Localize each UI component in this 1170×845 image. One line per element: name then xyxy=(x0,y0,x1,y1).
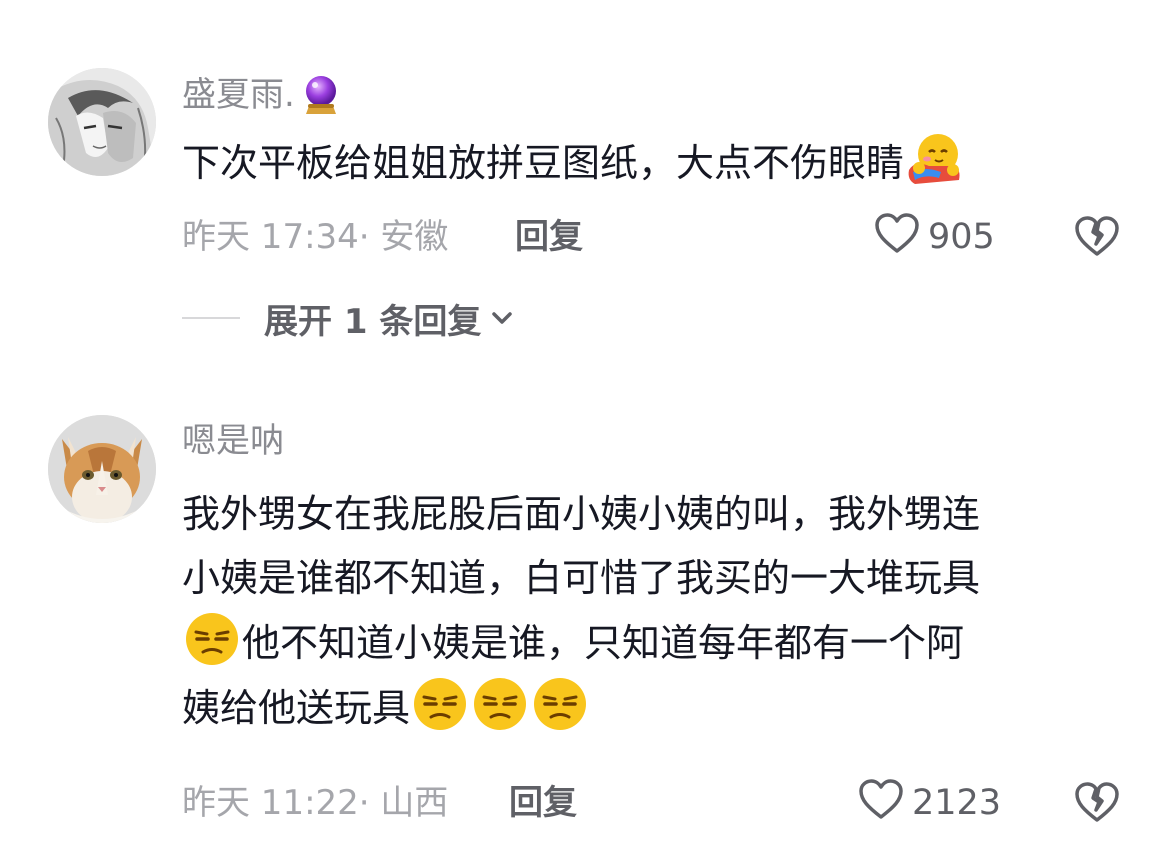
expand-replies-label: 展开 1 条回复 xyxy=(264,301,482,342)
like-count: 905 xyxy=(928,217,995,257)
anime-avatar-image xyxy=(48,68,156,176)
unamused-face-emoji xyxy=(471,675,529,733)
broken-heart-icon[interactable] xyxy=(1074,214,1120,267)
heart-icon xyxy=(858,778,904,829)
unamused-face-emoji xyxy=(183,610,241,668)
broken-heart-icon[interactable] xyxy=(1074,780,1120,833)
timestamp-location: 昨天 17:34· 安徽 xyxy=(182,217,449,257)
comment-text-body: 下次平板给姐姐放拼豆图纸，大点不伤眼睛 xyxy=(182,141,905,185)
reply-button[interactable]: 回复 xyxy=(515,212,583,262)
cat-avatar-image xyxy=(48,415,156,523)
timestamp-location: 昨天 11:22· 山西 xyxy=(182,783,449,823)
comment-line: 我外甥女在我屁股后面小姨小姨的叫，我外甥连 xyxy=(182,492,981,536)
comment-line-with-emoji: 他不知道小姨是谁，只知道每年都有一个阿 xyxy=(182,610,1122,675)
username[interactable]: 嗯是呐 xyxy=(182,421,284,461)
comment-line: 小姨是谁都不知道，白可惜了我买的一大堆玩具 xyxy=(182,556,981,600)
heart-icon xyxy=(874,212,920,263)
unamused-face-emoji xyxy=(411,675,469,733)
hugging-face-emoji xyxy=(905,130,963,188)
comment-meta: 昨天 17:34· 安徽 回复 905 xyxy=(182,212,1120,262)
like-count: 2123 xyxy=(912,783,1002,823)
avatar[interactable] xyxy=(48,415,156,523)
username-text: 嗯是呐 xyxy=(182,421,284,461)
comment-meta: 昨天 11:22· 山西 回复 2123 xyxy=(182,778,1120,828)
comment-text: 下次平板给姐姐放拼豆图纸，大点不伤眼睛 xyxy=(182,130,1122,195)
avatar[interactable] xyxy=(48,68,156,176)
reply-button[interactable]: 回复 xyxy=(509,778,577,828)
username[interactable]: 盛夏雨. xyxy=(182,74,341,116)
comment-text: 我外甥女在我屁股后面小姨小姨的叫，我外甥连 小姨是谁都不知道，白可惜了我买的一大… xyxy=(182,482,1122,740)
comment-line-text: 他不知道小姨是谁，只知道每年都有一个阿 xyxy=(242,621,965,665)
crystal-ball-icon xyxy=(301,74,341,116)
comment-line-with-emoji: 姨给他送玩具 xyxy=(182,675,1122,740)
unamused-face-emoji xyxy=(531,675,589,733)
like-button[interactable]: 905 xyxy=(874,212,995,262)
expand-replies-button[interactable]: 展开 1 条回复 xyxy=(182,293,515,343)
username-text: 盛夏雨. xyxy=(182,75,295,115)
chevron-down-icon xyxy=(489,308,515,328)
comment-line-text: 姨给他送玩具 xyxy=(182,686,411,730)
divider-line xyxy=(182,317,240,319)
like-button[interactable]: 2123 xyxy=(858,778,1001,828)
